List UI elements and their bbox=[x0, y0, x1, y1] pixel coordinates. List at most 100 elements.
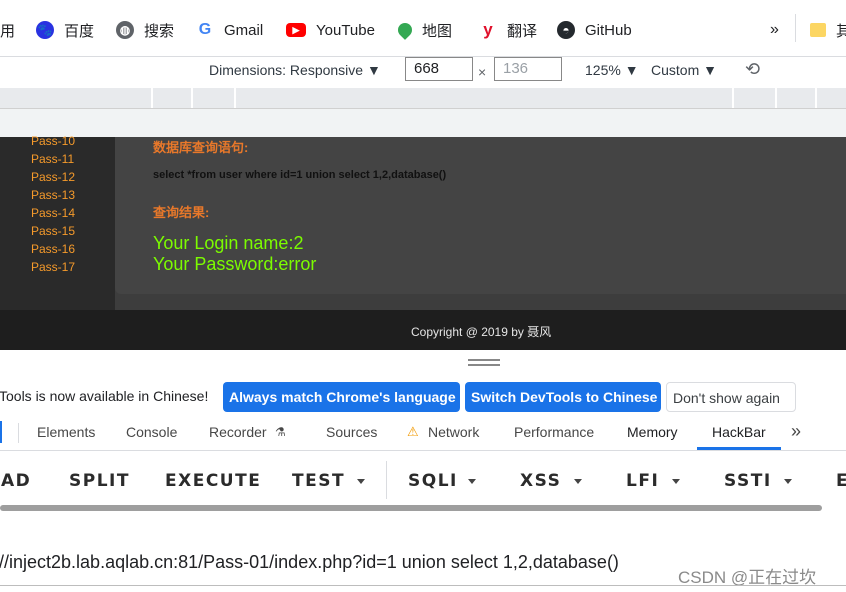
pass-link[interactable]: Pass-16 bbox=[31, 242, 75, 256]
hackbar-url-area: //inject2b.lab.aqlab.cn:81/Pass-01/index… bbox=[0, 511, 846, 592]
width-input[interactable]: 668 bbox=[405, 57, 473, 81]
switch-devtools-chinese-button[interactable]: Switch DevTools to Chinese bbox=[465, 382, 661, 412]
bookmark-other-folder[interactable]: 其 bbox=[810, 19, 846, 41]
warning-icon: ⚠ bbox=[407, 424, 419, 439]
encoding-menu-button[interactable]: E bbox=[836, 471, 846, 491]
test-menu-button[interactable]: TEST bbox=[292, 471, 345, 491]
ssti-caret-icon bbox=[784, 479, 792, 484]
bookmark-github[interactable]: ◓ GitHub bbox=[557, 19, 632, 41]
result-password: Your Password:error bbox=[153, 254, 317, 274]
xss-menu-button[interactable]: XSS bbox=[520, 471, 561, 491]
pass-link[interactable]: Pass-14 bbox=[31, 206, 75, 220]
tab-memory[interactable]: Memory bbox=[627, 424, 678, 440]
ssti-menu-button[interactable]: SSTI bbox=[724, 471, 772, 491]
ruler-tick bbox=[191, 88, 193, 108]
devtools-splitter[interactable] bbox=[0, 350, 846, 378]
bookmark-label: 其 bbox=[836, 22, 846, 40]
bookmark-label: 用 bbox=[0, 22, 16, 40]
sql-title: 数据库查询语句: bbox=[153, 140, 249, 155]
maps-pin-icon bbox=[395, 20, 415, 40]
result-login-name: Your Login name:2 bbox=[153, 233, 304, 253]
pass-link[interactable]: Pass-10 bbox=[31, 134, 75, 148]
dimensions-dropdown[interactable]: Dimensions: Responsive ▼ bbox=[209, 62, 381, 78]
test-caret-icon bbox=[357, 479, 365, 484]
bookmark-translate[interactable]: y 翻译 bbox=[479, 19, 537, 41]
youtube-icon: ▶ bbox=[286, 23, 306, 37]
bookmark-label: 地图 bbox=[422, 22, 453, 40]
hackbar-toolbar: AD SPLIT EXECUTE TEST SQLI XSS LFI SSTI … bbox=[0, 451, 846, 511]
active-tab-indicator bbox=[697, 447, 781, 450]
execute-button[interactable]: EXECUTE bbox=[165, 471, 261, 491]
ruler-tick bbox=[775, 88, 777, 108]
throttle-dropdown[interactable]: Custom ▼ bbox=[651, 62, 717, 78]
split-url-button[interactable]: SPLIT bbox=[69, 471, 130, 491]
tab-hackbar[interactable]: HackBar bbox=[712, 424, 766, 440]
lfi-caret-icon bbox=[672, 479, 680, 484]
bookmark-label: 百度 bbox=[64, 22, 95, 40]
github-icon: ◓ bbox=[557, 21, 575, 39]
always-match-language-button[interactable]: Always match Chrome's language bbox=[223, 382, 460, 412]
load-url-button[interactable]: AD bbox=[1, 471, 31, 491]
height-input[interactable]: 136 bbox=[494, 57, 562, 81]
bookmark-maps[interactable]: 地图 bbox=[395, 19, 453, 41]
viewport-padding bbox=[0, 109, 846, 137]
pass-sidebar: Pass-10 Pass-11 Pass-12 Pass-13 Pass-14 … bbox=[0, 134, 115, 310]
url-input[interactable]: //inject2b.lab.aqlab.cn:81/Pass-01/index… bbox=[0, 552, 619, 573]
sqli-menu-button[interactable]: SQLI bbox=[408, 471, 458, 491]
xss-caret-icon bbox=[574, 479, 582, 484]
ruler-tick bbox=[234, 88, 236, 108]
tab-elements[interactable]: Elements bbox=[37, 424, 95, 440]
page-footer: Copyright @ 2019 by 聂风 bbox=[0, 310, 846, 350]
pass-link[interactable]: Pass-17 bbox=[31, 260, 75, 274]
times-label: × bbox=[478, 64, 487, 80]
inspect-icon[interactable] bbox=[0, 421, 2, 443]
bookmark-baidu[interactable]: 🐾 百度 bbox=[36, 19, 94, 41]
drag-handle-icon bbox=[468, 359, 500, 361]
bookmarks-divider bbox=[795, 14, 796, 42]
tab-sources[interactable]: Sources bbox=[326, 424, 377, 440]
pass-link[interactable]: Pass-15 bbox=[31, 224, 75, 238]
bookmarks-overflow-button[interactable]: » bbox=[770, 19, 779, 41]
bookmark-label: 翻译 bbox=[507, 22, 538, 40]
bookmarks-bar: 用 🐾 百度 ◍ 搜索 G Gmail ▶ YouTube 地图 y 翻译 ◓ … bbox=[0, 0, 846, 56]
tab-console[interactable]: Console bbox=[126, 424, 177, 440]
hackbar-divider bbox=[386, 461, 387, 499]
translate-y-icon: y bbox=[479, 21, 497, 39]
rotate-icon[interactable]: ⟲ bbox=[745, 59, 760, 80]
globe-icon: ◍ bbox=[116, 21, 134, 39]
flask-icon: ⚗ bbox=[275, 425, 286, 439]
bookmark-label: YouTube bbox=[316, 21, 375, 39]
folder-icon bbox=[810, 23, 826, 37]
google-g-icon: G bbox=[196, 21, 214, 39]
chevron-double-right-icon: » bbox=[770, 21, 779, 38]
dont-show-again-button[interactable]: Don't show again bbox=[666, 382, 796, 412]
bookmark-gmail[interactable]: G Gmail bbox=[196, 19, 263, 41]
bookmark-label: Gmail bbox=[224, 21, 264, 39]
infobar-message: Tools is now available in Chinese! bbox=[0, 388, 209, 404]
result-title: 查询结果: bbox=[153, 205, 210, 220]
bookmark-youtube[interactable]: ▶ YouTube bbox=[286, 19, 375, 41]
ruler-tick bbox=[151, 88, 153, 108]
lfi-menu-button[interactable]: LFI bbox=[626, 471, 659, 491]
bookmark-apps[interactable]: 用 bbox=[0, 19, 15, 41]
media-query-ruler bbox=[0, 88, 846, 109]
tab-network[interactable]: Network bbox=[428, 424, 479, 440]
sqli-caret-icon bbox=[468, 479, 476, 484]
bookmark-search[interactable]: ◍ 搜索 bbox=[116, 19, 174, 41]
devtools-tab-bar: Elements Console Recorder ⚗ Sources ⚠ Ne… bbox=[0, 417, 846, 451]
zoom-dropdown[interactable]: 125% ▼ bbox=[585, 62, 639, 78]
bookmark-label: GitHub bbox=[585, 21, 632, 39]
pass-link[interactable]: Pass-11 bbox=[31, 152, 74, 166]
bookmark-label: 搜索 bbox=[144, 22, 175, 40]
sql-query-text: select *from user where id=1 union selec… bbox=[153, 169, 447, 181]
tab-performance[interactable]: Performance bbox=[514, 424, 594, 440]
ruler-tick bbox=[732, 88, 734, 108]
pass-link[interactable]: Pass-13 bbox=[31, 188, 75, 202]
more-tabs-chevron-icon[interactable]: » bbox=[791, 421, 801, 442]
copyright-text: Copyright @ 2019 by 聂风 bbox=[411, 325, 552, 339]
tab-recorder[interactable]: Recorder bbox=[209, 424, 267, 440]
pass-link[interactable]: Pass-12 bbox=[31, 170, 75, 184]
baidu-paw-icon: 🐾 bbox=[36, 21, 54, 39]
device-toolbar: Dimensions: Responsive ▼ 668 × 136 125% … bbox=[0, 56, 846, 87]
query-result-panel: 数据库查询语句: select *from user where id=1 un… bbox=[115, 137, 846, 294]
